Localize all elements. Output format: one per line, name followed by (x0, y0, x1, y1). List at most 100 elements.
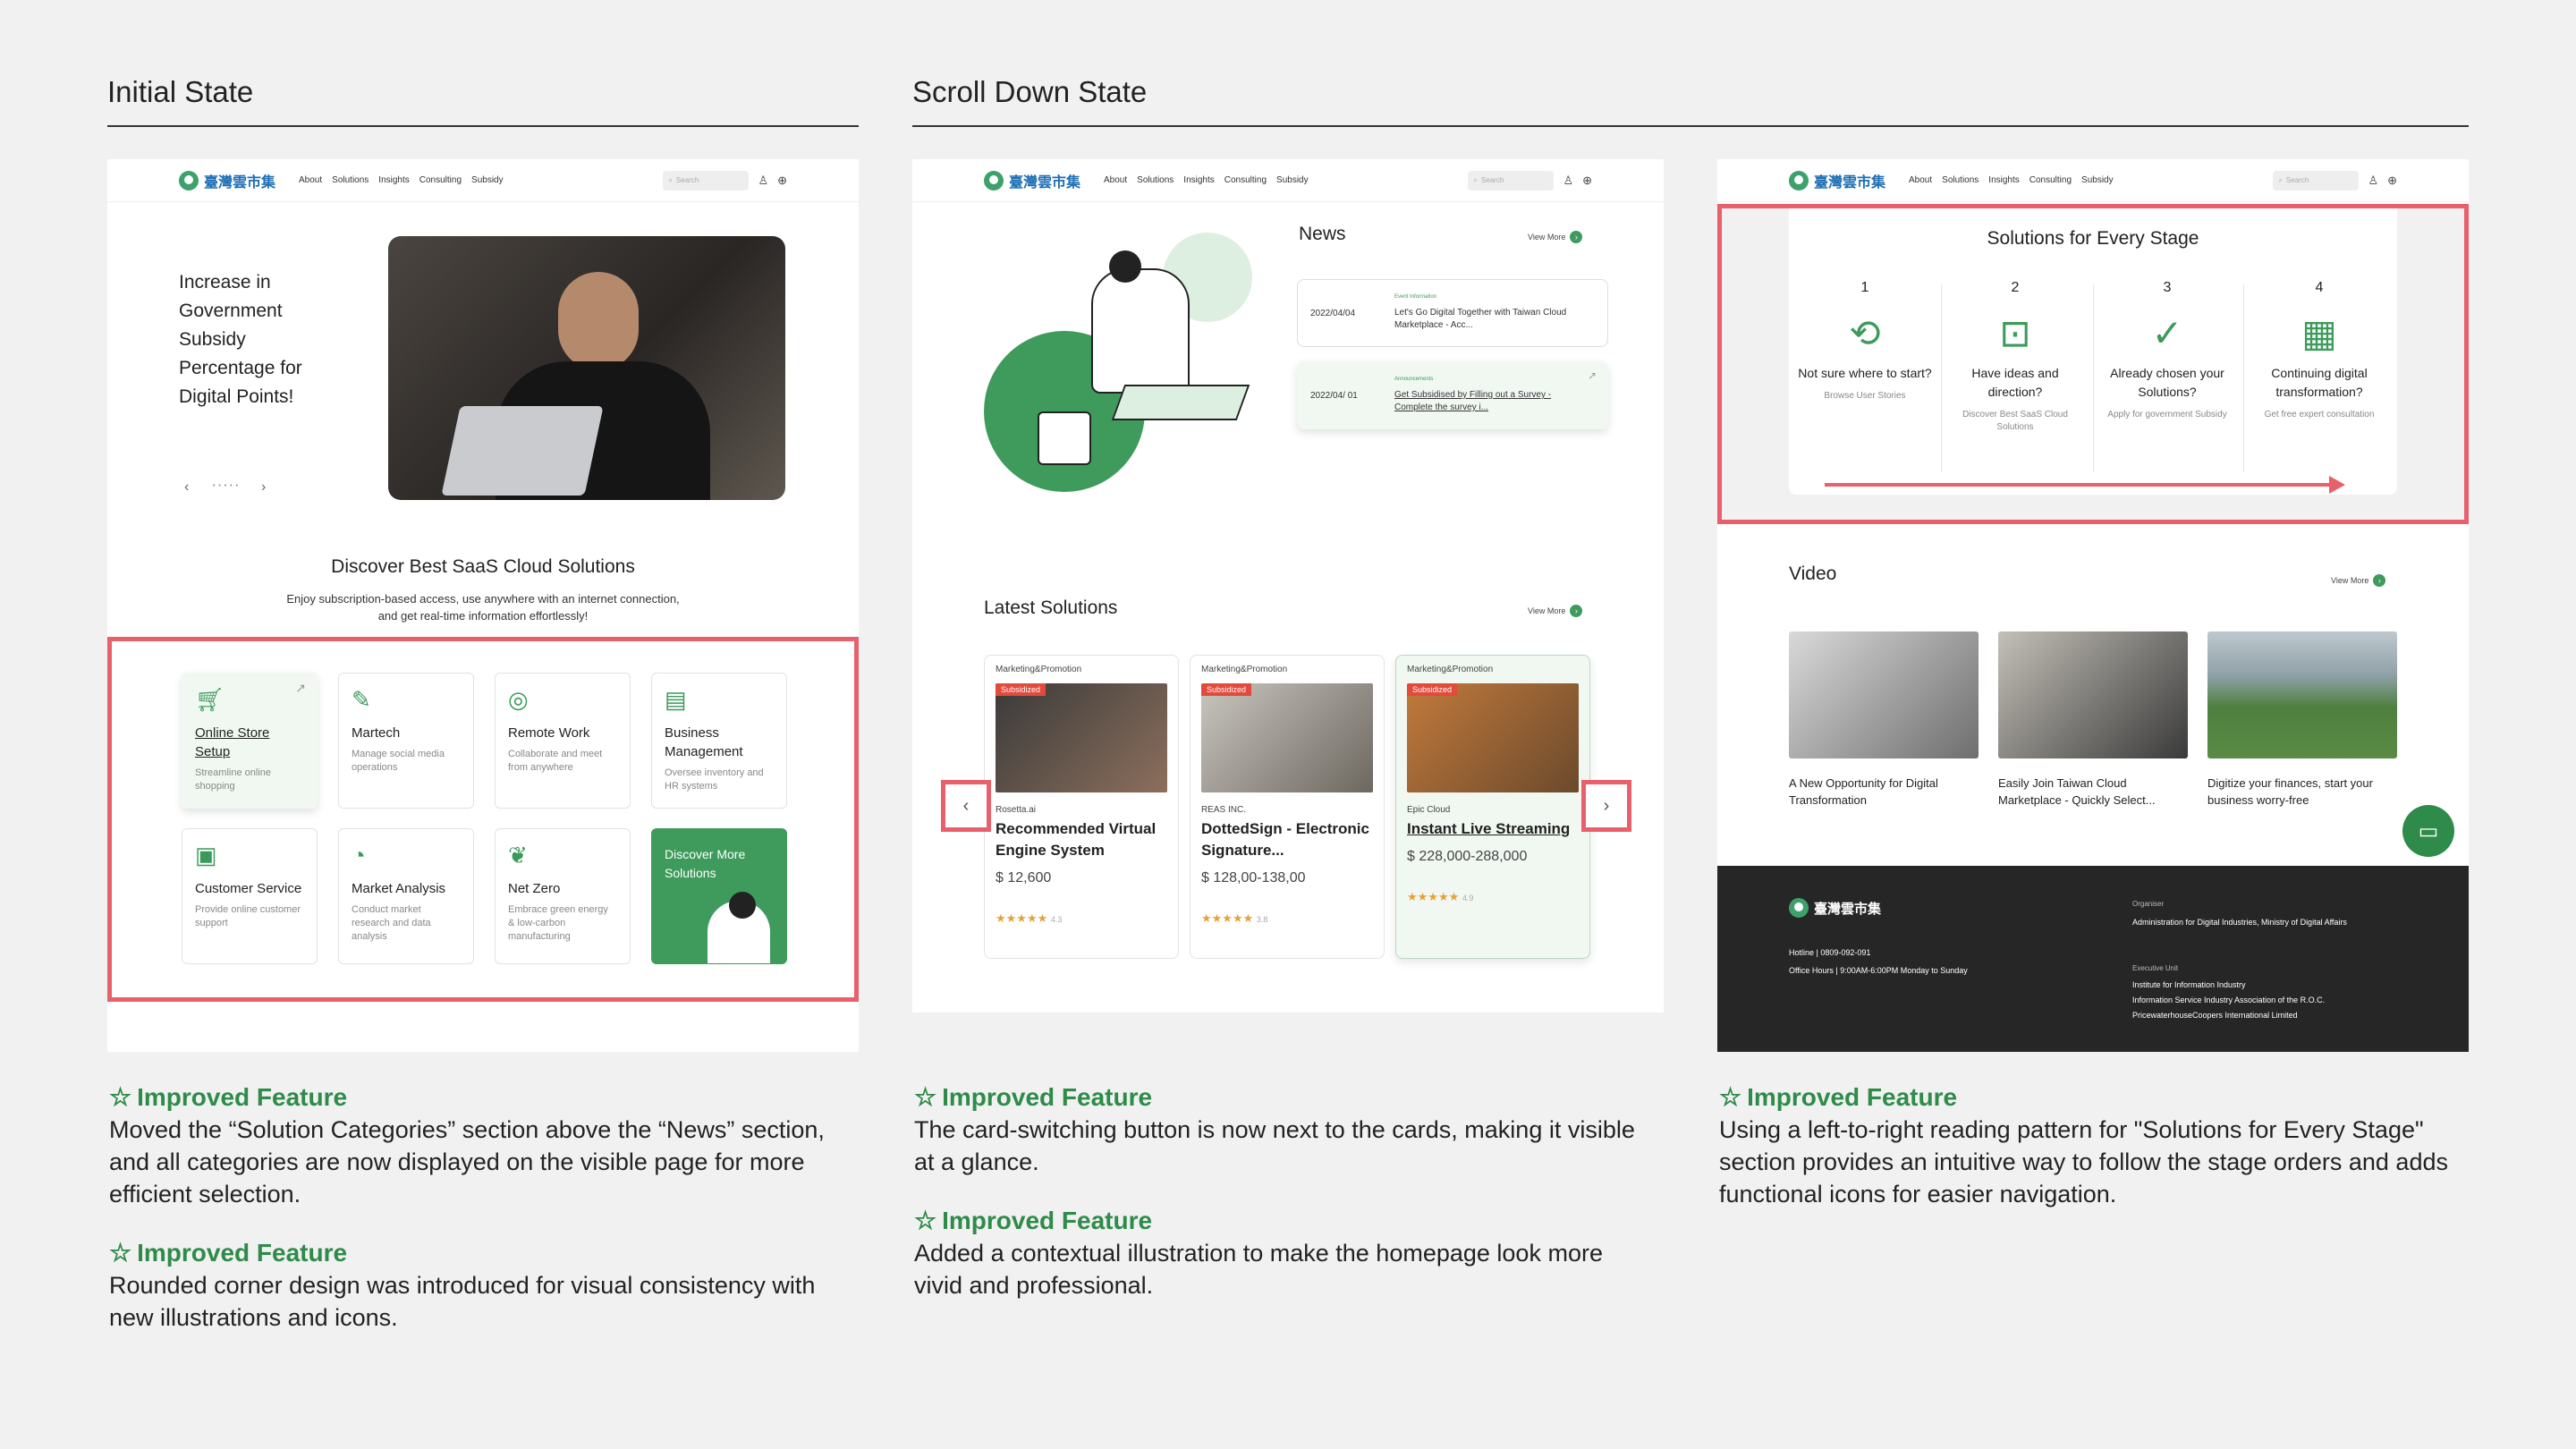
stage-step[interactable]: 4 ▦ Continuing digital transformation? G… (2252, 280, 2386, 421)
cloud-logo-icon (984, 170, 1004, 191)
stage-question: Not sure where to start? (1798, 366, 1932, 380)
category-business-management[interactable]: ▤ Business Management Oversee inventory … (651, 673, 787, 809)
user-icon[interactable]: ♙ (1563, 174, 1573, 188)
cards-prev-button[interactable]: ‹ (941, 780, 991, 832)
initial-state-title: Initial State (107, 75, 254, 108)
category-martech[interactable]: ✎ Martech Manage social media operations (338, 673, 474, 809)
nav-insights[interactable]: Insights (1988, 175, 2019, 185)
nav-consulting[interactable]: Consulting (1224, 175, 1267, 185)
news-date: 2022/04/ 01 (1310, 391, 1358, 401)
video-view-more-link[interactable]: View More › (2331, 574, 2386, 587)
nav-consulting[interactable]: Consulting (419, 175, 462, 185)
language-icon[interactable]: ⊕ (2387, 174, 2397, 188)
stage-step[interactable]: 3 ✓ Already chosen your Solutions? Apply… (2100, 280, 2234, 421)
category-online-store-setup[interactable]: ↗ 🛒︎ Online Store Setup Streamline onlin… (182, 673, 318, 809)
top-nav: 臺灣雲市集 About Solutions Insights Consultin… (912, 159, 1664, 202)
news-item[interactable]: 2022/04/04 Event Information Let's Go Di… (1297, 279, 1608, 347)
stage-desc: Browse User Stories (1824, 391, 1906, 401)
solution-card[interactable]: Marketing&Promotion Subsidized Epic Clou… (1395, 655, 1590, 959)
document-person-icon: ▦ (2301, 312, 2337, 354)
stages-panel: Solutions for Every Stage 1 ⟲ Not sure w… (1789, 208, 2397, 495)
card-price: $ 128,00-138,00 (1201, 870, 1306, 886)
site-logo[interactable]: 臺灣雲市集 (179, 170, 275, 191)
carousel-dots[interactable]: • • • • • (213, 483, 239, 489)
news-item[interactable]: ↗ 2022/04/ 01 Announcements Get Subsidis… (1297, 361, 1608, 429)
arrow-up-right-icon: ↗ (295, 681, 306, 695)
carousel-next-button[interactable]: › (261, 479, 266, 496)
language-icon[interactable]: ⊕ (777, 174, 787, 188)
nav-subsidy[interactable]: Subsidy (2081, 175, 2114, 185)
cloud-logo-icon (179, 170, 199, 191)
nav-about[interactable]: About (299, 175, 322, 185)
video-thumbnail (2207, 631, 2397, 758)
stage-step[interactable]: 1 ⟲ Not sure where to start? Browse User… (1798, 280, 1932, 402)
divider (107, 125, 859, 127)
footer-organiser-label: Organiser (2132, 900, 2165, 908)
footer-logo-text: 臺灣雲市集 (1814, 901, 1882, 917)
solution-card[interactable]: Marketing&Promotion Subsidized Rosetta.a… (984, 655, 1179, 959)
cards-next-button[interactable]: › (1581, 780, 1631, 832)
nav-subsidy[interactable]: Subsidy (471, 175, 504, 185)
search-input[interactable]: ⌕ Search (663, 170, 750, 191)
footer-logo[interactable]: 臺灣雲市集 (1789, 898, 1881, 918)
discover-more-solutions-button[interactable]: Discover More Solutions (651, 828, 787, 964)
user-icon[interactable]: ♙ (2368, 174, 2378, 188)
nav-insights[interactable]: Insights (378, 175, 409, 185)
card-image: Subsidized (1407, 683, 1579, 792)
video-item[interactable]: A New Opportunity for Digital Transforma… (1789, 631, 1979, 809)
category-title: Martech (352, 725, 401, 741)
nav-subsidy[interactable]: Subsidy (1276, 175, 1309, 185)
video-item[interactable]: Easily Join Taiwan Cloud Marketplace - Q… (1998, 631, 2188, 809)
video-item[interactable]: Digitize your finances, start your busin… (2207, 631, 2397, 809)
search-placeholder: Search (1480, 176, 1504, 184)
card-rating: 4.9 (1462, 894, 1474, 902)
nav-solutions[interactable]: Solutions (1942, 175, 1979, 185)
feature-heading: Improved Feature (942, 1206, 1153, 1234)
category-desc: Manage social media operations (352, 749, 445, 773)
logo-text: 臺灣雲市集 (1009, 174, 1081, 191)
category-title: Business Management (665, 725, 743, 759)
language-icon[interactable]: ⊕ (1582, 174, 1592, 188)
category-title: Market Analysis (352, 881, 446, 896)
chart-board-icon: ▤ (665, 686, 687, 713)
carousel-prev-button[interactable]: ‹ (184, 479, 189, 496)
category-net-zero[interactable]: ❦ Net Zero Embrace green energy & low-ca… (495, 828, 631, 964)
stage-desc: Apply for government Subsidy (2107, 410, 2227, 419)
stage-step[interactable]: 2 ⊡ Have ideas and direction? Discover B… (1948, 280, 2082, 434)
category-market-analysis[interactable]: ◔ Market Analysis Conduct market researc… (338, 828, 474, 964)
site-logo[interactable]: 臺灣雲市集 (984, 170, 1080, 191)
feature-note: ☆ Improved Feature The card-switching but… (914, 1082, 1648, 1178)
footer-exec-unit: Information Service Industry Association… (2132, 996, 2326, 1004)
category-desc: Conduct market research and data analysi… (352, 904, 431, 942)
nav-solutions[interactable]: Solutions (1137, 175, 1174, 185)
nav-solutions[interactable]: Solutions (332, 175, 369, 185)
news-text: Let's Go Digital Together with Taiwan Cl… (1394, 308, 1567, 330)
category-title: Remote Work (508, 725, 590, 741)
category-remote-work[interactable]: ◎ Remote Work Collaborate and meet from … (495, 673, 631, 809)
card-name: Recommended Virtual Engine System (996, 820, 1157, 859)
latest-view-more-link[interactable]: View More › (1528, 605, 1583, 617)
user-icon[interactable]: ♙ (758, 174, 768, 188)
category-customer-service[interactable]: ▣ Customer Service Provide online custom… (182, 828, 318, 964)
solution-card[interactable]: Marketing&Promotion Subsidized REAS INC.… (1190, 655, 1385, 959)
nav-insights[interactable]: Insights (1183, 175, 1214, 185)
logo-text: 臺灣雲市集 (1814, 174, 1886, 191)
star-outline-icon: ☆ (109, 1083, 132, 1111)
card-price: $ 228,000-288,000 (1407, 849, 1528, 864)
video-thumbnail (1789, 631, 1979, 758)
site-logo[interactable]: 臺灣雲市集 (1789, 170, 1885, 191)
search-icon: ⌕ (668, 175, 673, 184)
cart-icon: 🛒︎ (195, 686, 225, 713)
nav-consulting[interactable]: Consulting (2029, 175, 2072, 185)
chat-icon[interactable]: ▭ (2402, 805, 2454, 857)
feature-note: ☆ Improved Feature Rounded corner design … (109, 1238, 843, 1334)
news-view-more-link[interactable]: View More › (1528, 231, 1583, 243)
star-outline-icon: ☆ (914, 1207, 937, 1234)
nav-about[interactable]: About (1909, 175, 1932, 185)
nav-about[interactable]: About (1104, 175, 1127, 185)
video-caption: A New Opportunity for Digital Transforma… (1789, 776, 1938, 807)
arrow-head-icon (2329, 476, 2345, 494)
stage-desc: Discover Best SaaS Cloud Solutions (1962, 410, 2068, 432)
search-input[interactable]: ⌕ Search (2273, 170, 2360, 191)
search-input[interactable]: ⌕ Search (1468, 170, 1555, 191)
